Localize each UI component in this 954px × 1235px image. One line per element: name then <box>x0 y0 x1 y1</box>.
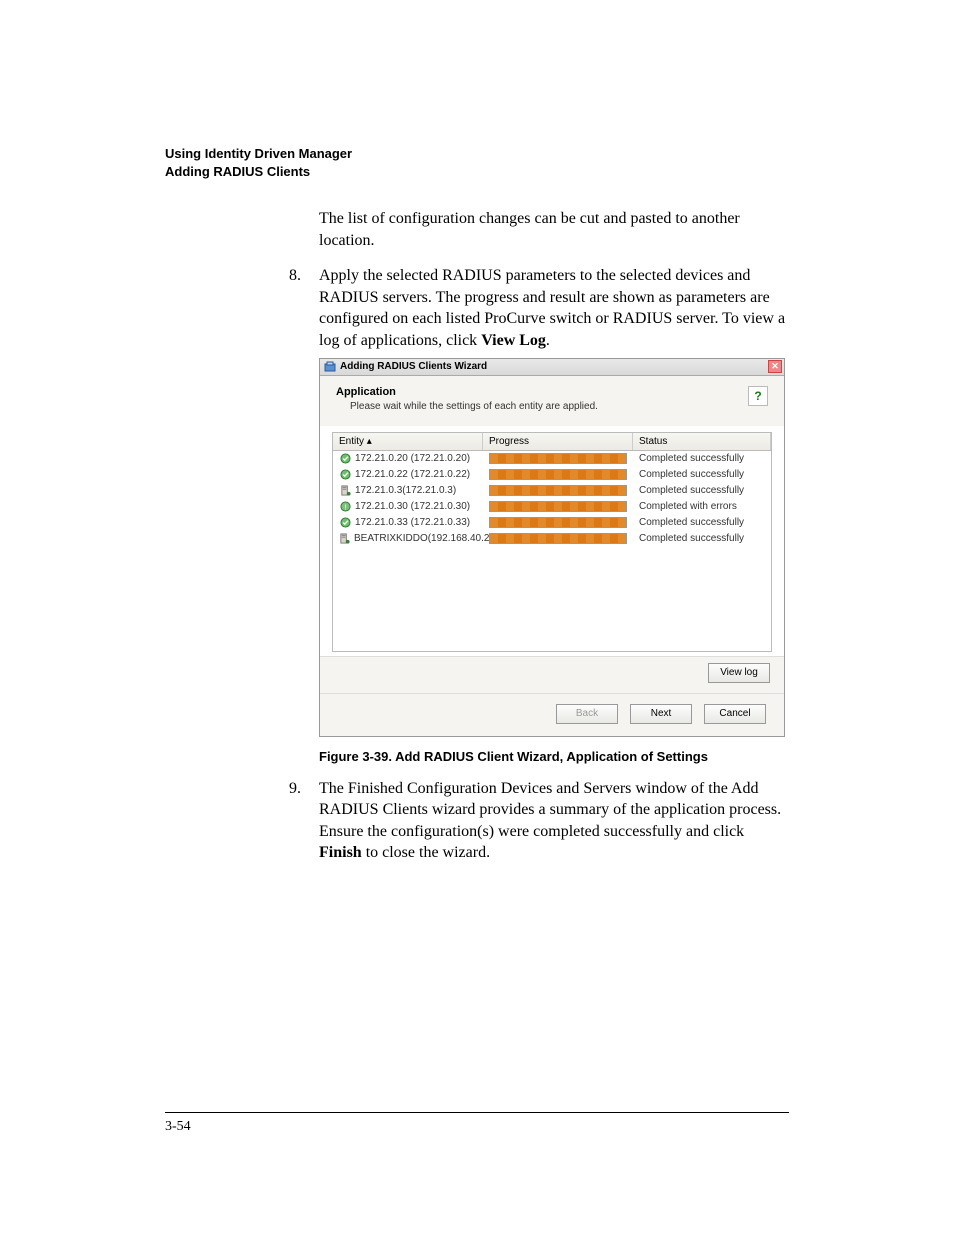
table-row[interactable]: 172.21.0.20 (172.21.0.20) Completed succe… <box>333 451 771 467</box>
table-row[interactable]: 172.21.0.3(172.21.0.3) Completed successf… <box>333 483 771 499</box>
progress-bar <box>489 453 627 464</box>
help-button[interactable]: ? <box>748 386 768 406</box>
wizard-title: Adding RADIUS Clients Wizard <box>340 361 768 372</box>
running-head: Using Identity Driven Manager Adding RAD… <box>165 145 789 180</box>
col-header-status[interactable]: Status <box>633 433 771 450</box>
progress-bar <box>489 501 627 512</box>
cell-status: Completed successfully <box>633 452 771 465</box>
wizard-header-title: Application <box>336 386 748 398</box>
figure-caption: Figure 3-39. Add RADIUS Client Wizard, A… <box>319 749 789 764</box>
cell-entity: 172.21.0.22 (172.21.0.22) <box>333 468 483 482</box>
step-9-text: The Finished Configuration Devices and S… <box>319 778 789 864</box>
progress-bar <box>489 485 627 496</box>
table-row[interactable]: 172.21.0.33 (172.21.0.33) Completed succe… <box>333 515 771 531</box>
running-head-line2: Adding RADIUS Clients <box>165 163 789 181</box>
success-icon <box>339 517 351 529</box>
next-button[interactable]: Next <box>630 704 692 724</box>
wizard-titlebar: Adding RADIUS Clients Wizard ✕ <box>320 359 784 376</box>
warn-icon: ! <box>339 501 351 513</box>
server-icon <box>339 485 351 497</box>
page-number: 3-54 <box>165 1119 191 1134</box>
wizard-app-icon <box>324 361 336 373</box>
step-8-number: 8. <box>279 265 301 351</box>
cell-status: Completed successfully <box>633 516 771 529</box>
step-8-suffix: . <box>546 332 550 349</box>
progress-bar <box>489 469 627 480</box>
success-icon <box>339 469 351 481</box>
wizard-window: Adding RADIUS Clients Wizard ✕ Applicati… <box>319 358 785 737</box>
table-row[interactable]: BEATRIXKIDDO(192.168.40.227) Completed su… <box>333 531 771 547</box>
cell-entity: ! 172.21.0.30 (172.21.0.30) <box>333 500 483 514</box>
step-8-text: Apply the selected RADIUS parameters to … <box>319 265 789 351</box>
back-button: Back <box>556 704 618 724</box>
cell-entity: 172.21.0.33 (172.21.0.33) <box>333 516 483 530</box>
server-icon <box>339 533 350 545</box>
step-8-bold: View Log <box>481 332 546 349</box>
step-9-suffix: to close the wizard. <box>362 844 490 861</box>
svg-text:!: ! <box>344 502 346 511</box>
table-row[interactable]: ! 172.21.0.30 (172.21.0.30) Completed with… <box>333 499 771 515</box>
progress-bar <box>489 517 627 528</box>
cell-entity: 172.21.0.3(172.21.0.3) <box>333 484 483 498</box>
cell-status: Completed with errors <box>633 500 771 513</box>
cell-entity: 172.21.0.20 (172.21.0.20) <box>333 452 483 466</box>
table-body: 172.21.0.20 (172.21.0.20) Completed succe… <box>333 451 771 651</box>
page-footer: 3-54 <box>165 1112 789 1135</box>
entity-label: 172.21.0.22 (172.21.0.22) <box>355 469 470 480</box>
entity-label: BEATRIXKIDDO(192.168.40.227) <box>354 533 504 544</box>
progress-bar <box>489 533 627 544</box>
cell-progress <box>483 484 633 497</box>
success-icon <box>339 453 351 465</box>
table-header: Entity ▴ Progress Status <box>333 433 771 451</box>
cell-progress <box>483 532 633 545</box>
cell-status: Completed successfully <box>633 484 771 497</box>
cell-progress <box>483 468 633 481</box>
step-9-number: 9. <box>279 778 301 864</box>
cancel-button[interactable]: Cancel <box>704 704 766 724</box>
entity-label: 172.21.0.33 (172.21.0.33) <box>355 517 470 528</box>
entity-label: 172.21.0.3(172.21.0.3) <box>355 485 456 496</box>
wizard-footer-viewlog: View log <box>320 656 784 693</box>
cell-progress <box>483 452 633 465</box>
step-9: 9. The Finished Configuration Devices an… <box>319 778 789 864</box>
wizard-header-subtitle: Please wait while the settings of each e… <box>336 401 748 412</box>
step-9-bold: Finish <box>319 844 362 861</box>
entity-label: 172.21.0.30 (172.21.0.30) <box>355 501 470 512</box>
wizard-header-panel: Application Please wait while the settin… <box>320 376 784 426</box>
paragraph-cut-paste: The list of configuration changes can be… <box>319 208 789 251</box>
progress-table: Entity ▴ Progress Status 172.21.0.20 (17… <box>332 432 772 652</box>
view-log-button[interactable]: View log <box>708 663 770 683</box>
cell-status: Completed successfully <box>633 532 771 545</box>
step-8: 8. Apply the selected RADIUS parameters … <box>319 265 789 351</box>
cell-progress <box>483 500 633 513</box>
col-header-entity[interactable]: Entity ▴ <box>333 433 483 450</box>
cell-progress <box>483 516 633 529</box>
wizard-footer-nav: Back Next Cancel <box>320 693 784 736</box>
cell-status: Completed successfully <box>633 468 771 481</box>
step-8-prefix: Apply the selected RADIUS parameters to … <box>319 267 785 349</box>
col-header-progress[interactable]: Progress <box>483 433 633 450</box>
entity-label: 172.21.0.20 (172.21.0.20) <box>355 453 470 464</box>
running-head-line1: Using Identity Driven Manager <box>165 145 789 163</box>
cell-entity: BEATRIXKIDDO(192.168.40.227) <box>333 532 483 546</box>
step-9-prefix: The Finished Configuration Devices and S… <box>319 780 781 840</box>
table-row[interactable]: 172.21.0.22 (172.21.0.22) Completed succe… <box>333 467 771 483</box>
close-button[interactable]: ✕ <box>768 360 782 373</box>
